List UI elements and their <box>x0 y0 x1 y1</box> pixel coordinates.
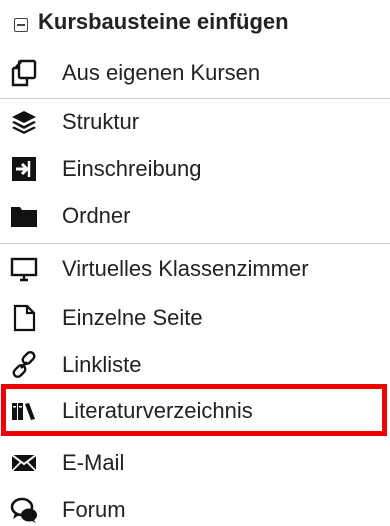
item-forum[interactable]: Forum <box>0 487 390 526</box>
item-label: Virtuelles Klassenzimmer <box>62 256 309 281</box>
item-virtuelles-klassenzimmer[interactable]: Virtuelles Klassenzimmer <box>0 246 390 292</box>
item-label: Linkliste <box>62 352 142 377</box>
item-struktur[interactable]: Struktur <box>0 99 390 145</box>
item-label: Ordner <box>62 203 131 228</box>
sign-in-icon <box>10 155 38 183</box>
file-icon <box>10 304 38 332</box>
section-title: Kursbausteine einfügen <box>38 9 289 34</box>
item-label: E-Mail <box>62 450 125 475</box>
link-icon <box>10 351 38 379</box>
item-label: Aus eigenen Kursen <box>62 60 261 85</box>
item-ordner[interactable]: Ordner <box>0 193 390 239</box>
collapse-icon[interactable] <box>14 18 28 32</box>
monitor-icon <box>10 255 38 283</box>
selection-highlight <box>1 384 387 436</box>
section-header[interactable]: Kursbausteine einfügen <box>0 0 390 46</box>
item-linkliste[interactable]: Linkliste <box>0 342 390 388</box>
item-label: Einzelne Seite <box>62 305 203 330</box>
folder-icon <box>10 202 38 230</box>
item-e-mail[interactable]: E-Mail <box>0 440 390 486</box>
item-label: Einschreibung <box>62 156 202 181</box>
item-einschreibung[interactable]: Einschreibung <box>0 146 390 192</box>
item-aus-eigenen-kursen[interactable]: Aus eigenen Kursen <box>0 50 390 96</box>
envelope-icon <box>10 449 38 477</box>
divider <box>0 243 390 244</box>
chat-icon <box>10 496 38 524</box>
course-elements-panel: Kursbausteine einfügen Aus eigenen Kurse… <box>0 0 390 526</box>
item-einzelne-seite[interactable]: Einzelne Seite <box>0 295 390 341</box>
item-label: Struktur <box>62 109 140 134</box>
layers-icon <box>10 108 38 136</box>
copy-icon <box>10 59 38 87</box>
item-label: Forum <box>62 497 126 522</box>
